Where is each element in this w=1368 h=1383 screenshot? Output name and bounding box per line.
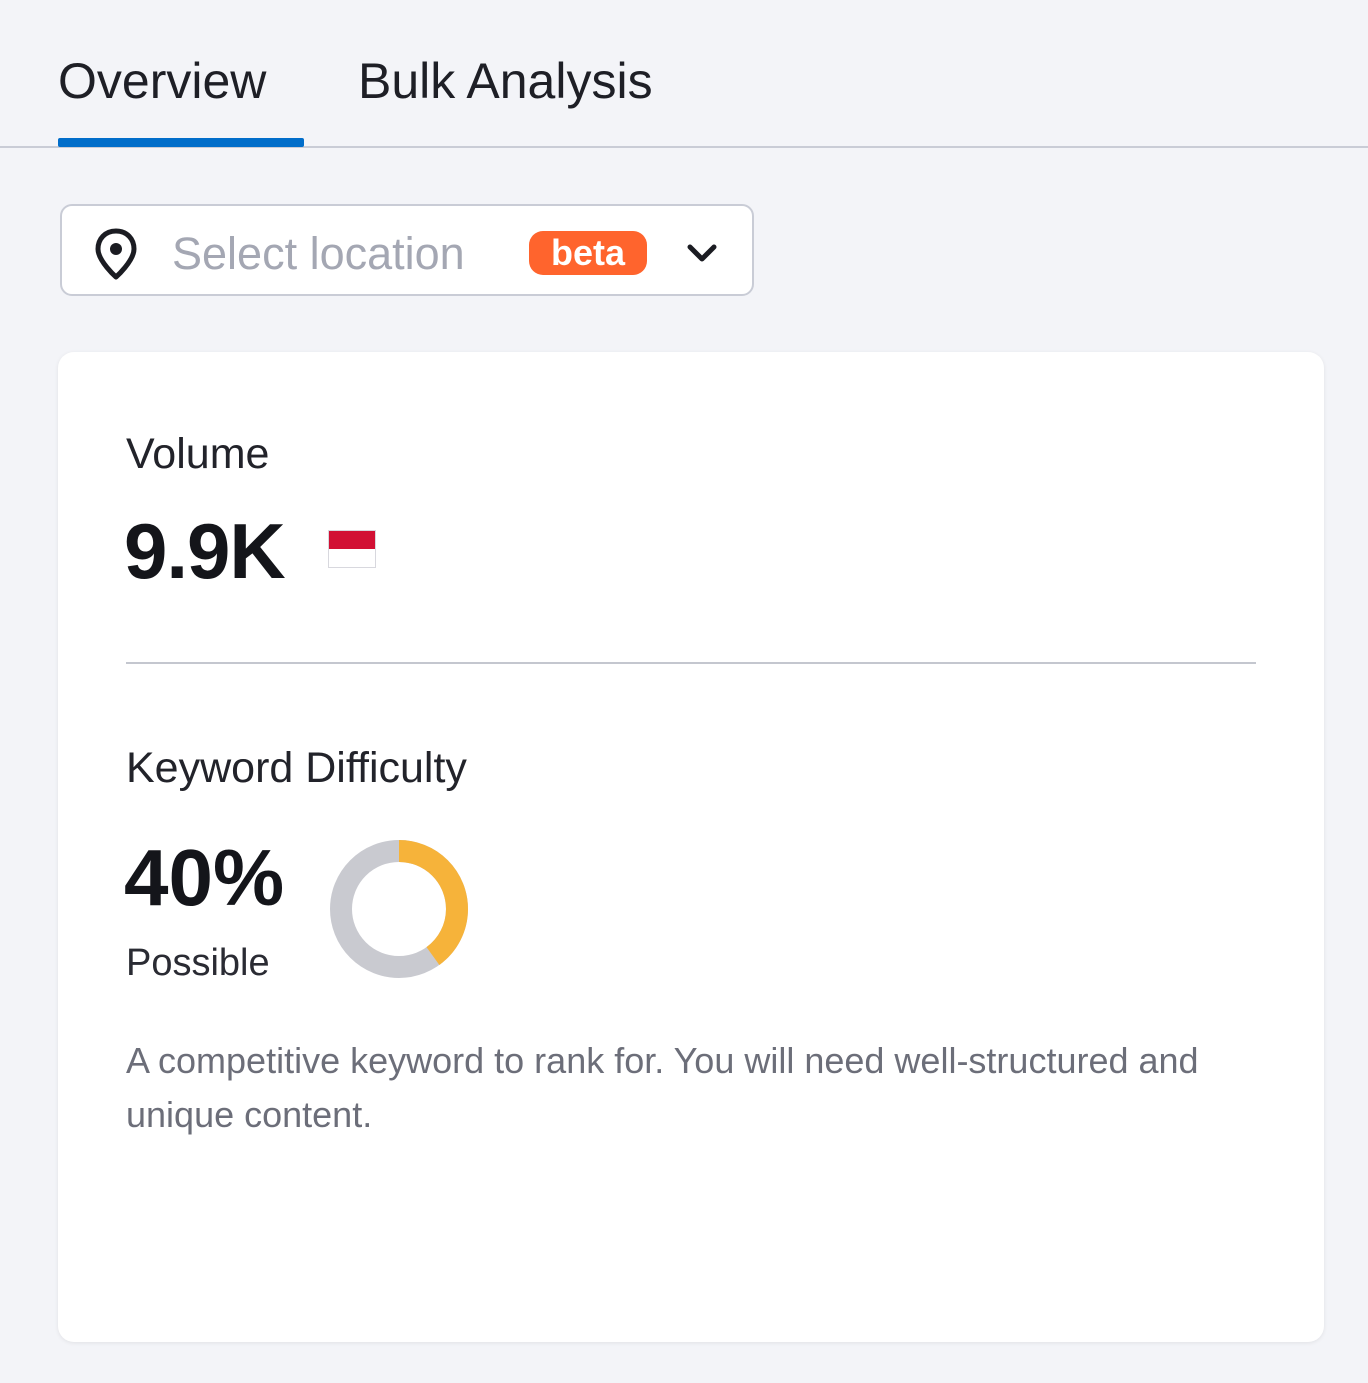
indonesia-flag-icon: [328, 530, 376, 568]
tab-overview[interactable]: Overview: [58, 52, 266, 110]
location-select[interactable]: Select location beta: [60, 204, 754, 296]
location-pin-icon: [95, 228, 137, 280]
keyword-difficulty-description: A competitive keyword to rank for. You w…: [126, 1040, 1199, 1135]
beta-badge: beta: [529, 231, 647, 275]
keyword-overview-card: Volume 9.9K Keyword Difficulty 40% Possi…: [58, 352, 1324, 1342]
keyword-difficulty-status: Possible: [126, 942, 270, 984]
tab-bar: Overview Bulk Analysis: [0, 0, 1368, 148]
keyword-difficulty-label: Keyword Difficulty: [126, 744, 467, 792]
keyword-difficulty-donut: [330, 840, 468, 978]
keyword-difficulty-value: 40%: [124, 833, 285, 922]
tab-bulk-analysis[interactable]: Bulk Analysis: [358, 52, 653, 110]
volume-label: Volume: [126, 430, 270, 478]
location-placeholder: Select location: [172, 228, 465, 279]
chevron-down-icon: [687, 244, 717, 262]
divider: [126, 662, 1256, 664]
volume-value: 9.9K: [124, 507, 286, 595]
active-tab-indicator: [58, 138, 304, 147]
